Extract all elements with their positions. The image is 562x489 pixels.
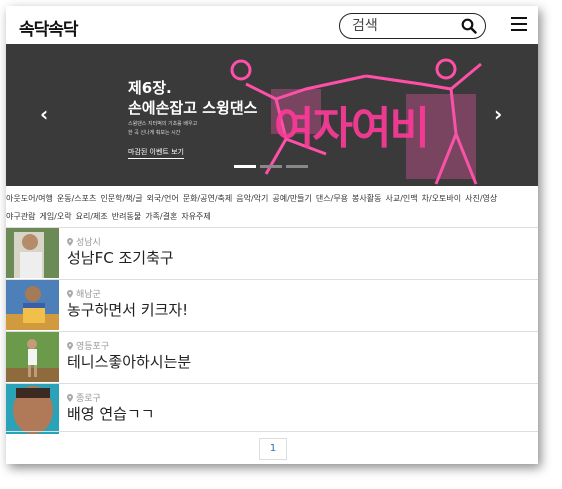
slide-dot-1[interactable] bbox=[234, 165, 256, 168]
banner-title-line1: 제6장. bbox=[128, 79, 172, 97]
banner-desc-line1: 스윙댄스 지터벅의 기초를 배우고 bbox=[128, 121, 198, 127]
page-button-current[interactable]: 1 bbox=[259, 438, 287, 460]
event-banner[interactable]: 여자여비 제6장. 손에손잡고 스윙댄스 스윙댄스 지터벅의 기초를 배우고 한… bbox=[6, 44, 538, 186]
category-item[interactable]: 사교/인맥 bbox=[386, 190, 418, 208]
category-row-1: 아웃도어/여행 운동/스포츠 인문학/책/글 외국/언어 문화/공연/축제 음악/악기 공예… bbox=[6, 190, 538, 208]
post-item[interactable]: 해남군 농구하면서 키크자! bbox=[6, 279, 538, 331]
category-item[interactable]: 자유주제 bbox=[181, 208, 210, 226]
search-input[interactable] bbox=[352, 17, 452, 35]
post-thumbnail bbox=[6, 228, 59, 278]
search-box[interactable] bbox=[339, 13, 486, 39]
category-item[interactable]: 봉사활동 bbox=[352, 190, 381, 208]
location-pin-icon bbox=[67, 342, 73, 350]
category-item[interactable]: 운동/스포츠 bbox=[57, 190, 97, 208]
post-item[interactable]: 영등포구 테니스좋아하시는분 bbox=[6, 331, 538, 383]
banner-title-line2: 손에손잡고 스윙댄스 bbox=[128, 99, 258, 117]
post-item[interactable]: 종로구 배영 연습ㄱㄱ bbox=[6, 383, 538, 435]
category-row-2: 야구관람 게임/오락 요리/제조 반려동물 가족/결혼 자유주제 bbox=[6, 208, 538, 226]
category-item[interactable]: 문화/공연/축제 bbox=[183, 190, 233, 208]
pagination: 1 bbox=[6, 431, 538, 464]
category-item[interactable]: 야구관람 bbox=[6, 208, 35, 226]
top-header: 속닥속닥 bbox=[6, 6, 538, 44]
location-pin-icon bbox=[67, 394, 73, 402]
category-item[interactable]: 음악/악기 bbox=[236, 190, 268, 208]
category-item[interactable]: 댄스/무용 bbox=[316, 190, 348, 208]
chevron-right-icon[interactable]: › bbox=[494, 102, 502, 126]
category-item[interactable]: 사진/영상 bbox=[465, 190, 497, 208]
hamburger-menu-icon[interactable] bbox=[511, 17, 527, 31]
slide-dot-2[interactable] bbox=[260, 165, 282, 168]
slide-dot-3[interactable] bbox=[286, 165, 308, 168]
post-title[interactable]: 배영 연습ㄱㄱ bbox=[67, 403, 155, 424]
post-title[interactable]: 성남FC 조기축구 bbox=[67, 247, 174, 268]
post-thumbnail bbox=[6, 384, 59, 434]
app-frame: 속닥속닥 검색 여자여비 제6장. 손에손잡고 스윙댄스 스윙댄스 지터벅의 기… bbox=[6, 6, 538, 464]
post-item[interactable]: 성남시 성남FC 조기축구 bbox=[6, 227, 538, 279]
site-logo[interactable]: 속닥속닥 bbox=[19, 15, 79, 40]
category-item[interactable]: 가족/결혼 bbox=[145, 208, 177, 226]
location-pin-icon bbox=[67, 238, 73, 246]
category-item[interactable]: 반려동물 bbox=[112, 208, 141, 226]
category-item[interactable]: 차/오토바이 bbox=[422, 190, 462, 208]
chevron-left-icon[interactable]: ‹ bbox=[40, 102, 48, 126]
category-item[interactable]: 요리/제조 bbox=[76, 208, 108, 226]
location-pin-icon bbox=[67, 290, 73, 298]
post-thumbnail bbox=[6, 332, 59, 382]
post-title[interactable]: 농구하면서 키크자! bbox=[67, 299, 188, 320]
post-title[interactable]: 테니스좋아하시는분 bbox=[67, 351, 191, 372]
banner-cta-link[interactable]: 마감된 이벤트 보기 bbox=[128, 147, 184, 159]
banner-description: 스윙댄스 지터벅의 기초를 배우고 한 곡 신나게 춰보는 시간 bbox=[128, 120, 248, 138]
category-item[interactable]: 게임/오락 bbox=[39, 208, 71, 226]
category-item[interactable]: 아웃도어/여행 bbox=[6, 190, 53, 208]
category-item[interactable]: 인문학/책/글 bbox=[100, 190, 142, 208]
banner-desc-line2: 한 곡 신나게 춰보는 시간 bbox=[128, 130, 181, 136]
category-item[interactable]: 외국/언어 bbox=[147, 190, 179, 208]
banner-graphic-text: 여자여비 bbox=[274, 103, 430, 154]
category-nav: 아웃도어/여행 운동/스포츠 인문학/책/글 외국/언어 문화/공연/축제 음악/악기 공예… bbox=[6, 190, 538, 227]
search-icon[interactable] bbox=[461, 18, 477, 34]
post-list: 성남시 성남FC 조기축구 해남군 농구하면서 키크자! 영등포구 테니스좋아하시는분 종로… bbox=[6, 227, 538, 435]
category-item[interactable]: 공예/만들기 bbox=[272, 190, 312, 208]
post-thumbnail bbox=[6, 280, 59, 330]
